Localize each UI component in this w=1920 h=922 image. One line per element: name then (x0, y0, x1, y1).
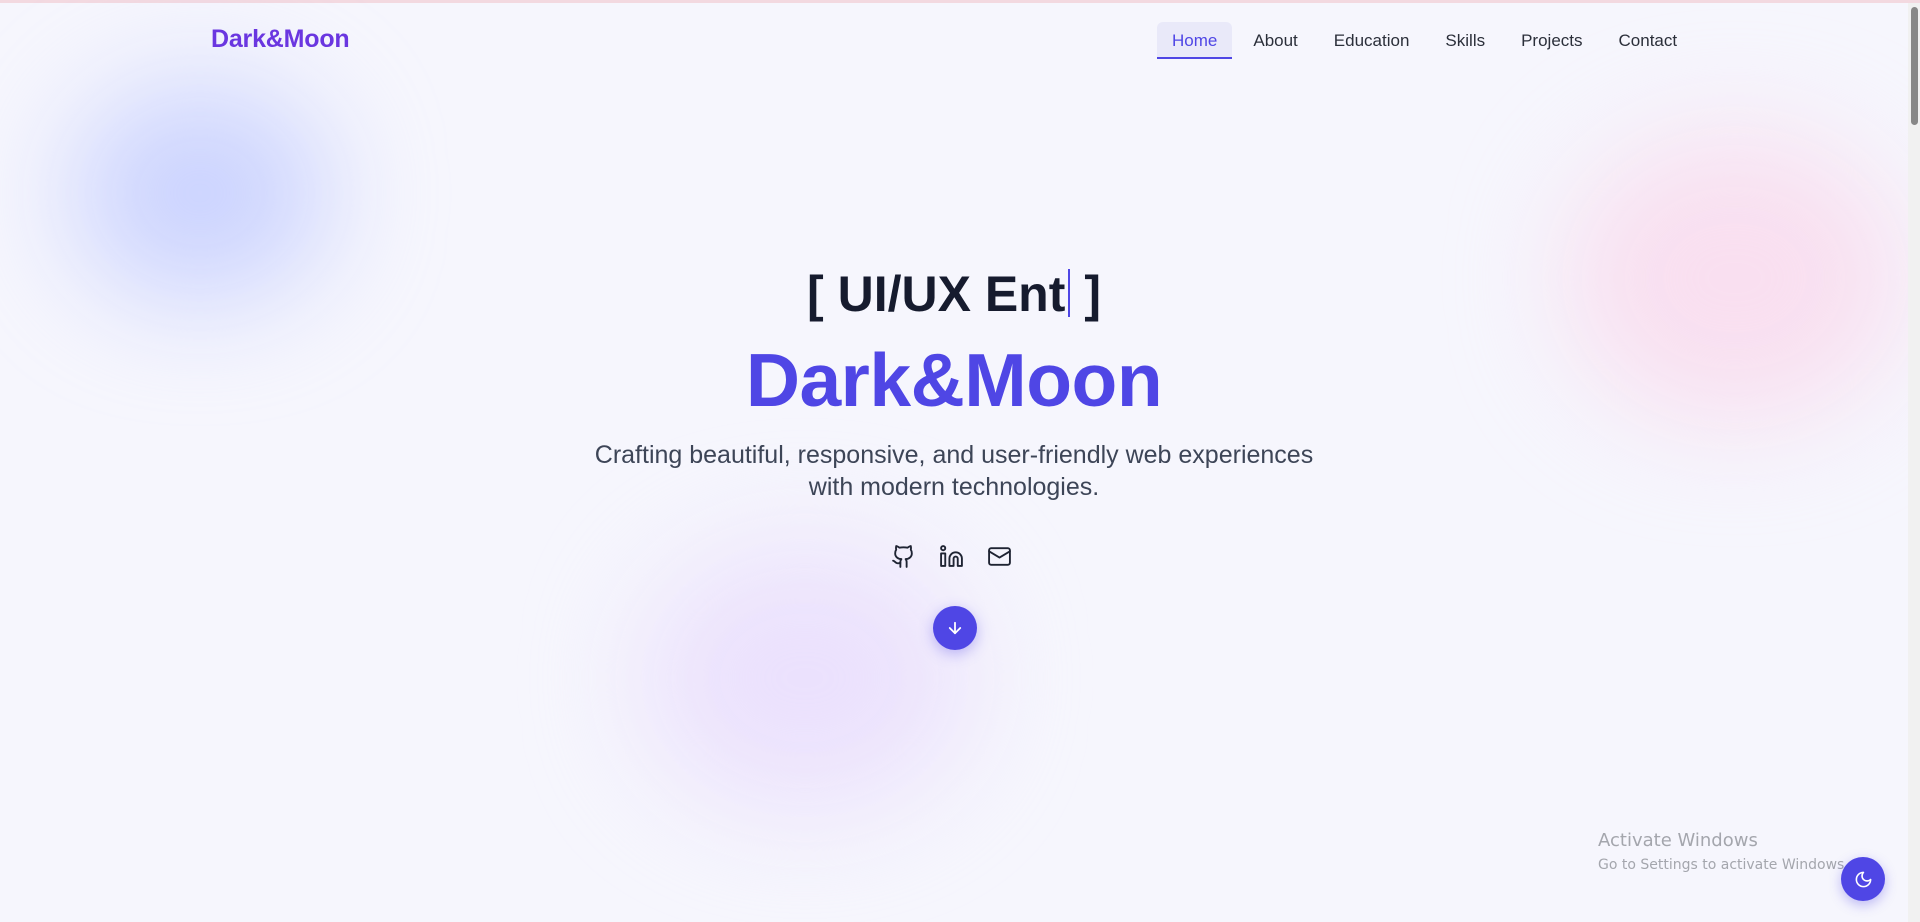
tagline-line-1: Crafting beautiful, responsive, and user… (594, 441, 1314, 469)
typing-headline: [UI/UX Ent] (0, 265, 1908, 323)
windows-activation-watermark: Activate Windows Go to Settings to activ… (1598, 829, 1849, 875)
page-scrollbar[interactable] (1908, 3, 1920, 922)
theme-toggle-button[interactable] (1841, 857, 1885, 901)
bracket-open: [ (806, 266, 824, 322)
bracket-close: ] (1084, 266, 1102, 322)
hero-section: [UI/UX Ent] Dark&Moon Crafting beautiful… (0, 3, 1908, 922)
github-link[interactable] (885, 540, 921, 572)
hero-name: Dark&Moon (745, 338, 1163, 422)
tagline-line-2: with modern technologies. (808, 473, 1100, 501)
typing-cursor (1068, 269, 1071, 317)
scrollbar-thumb[interactable] (1911, 7, 1918, 125)
linkedin-icon (939, 544, 963, 567)
github-icon (891, 544, 913, 568)
watermark-title: Activate Windows (1598, 830, 1758, 851)
linkedin-link[interactable] (933, 540, 969, 572)
scroll-down-button[interactable] (933, 606, 977, 650)
hero-tagline: Crafting beautiful, responsive, and user… (554, 439, 1354, 503)
arrow-down-icon (948, 621, 962, 635)
social-links (885, 540, 1029, 572)
mail-link[interactable] (981, 540, 1017, 572)
watermark-subtitle: Go to Settings to activate Windows. (1598, 857, 1849, 873)
typing-text: UI/UX Ent (837, 266, 1066, 322)
moon-icon (1855, 871, 1871, 887)
mail-icon (987, 546, 1011, 566)
